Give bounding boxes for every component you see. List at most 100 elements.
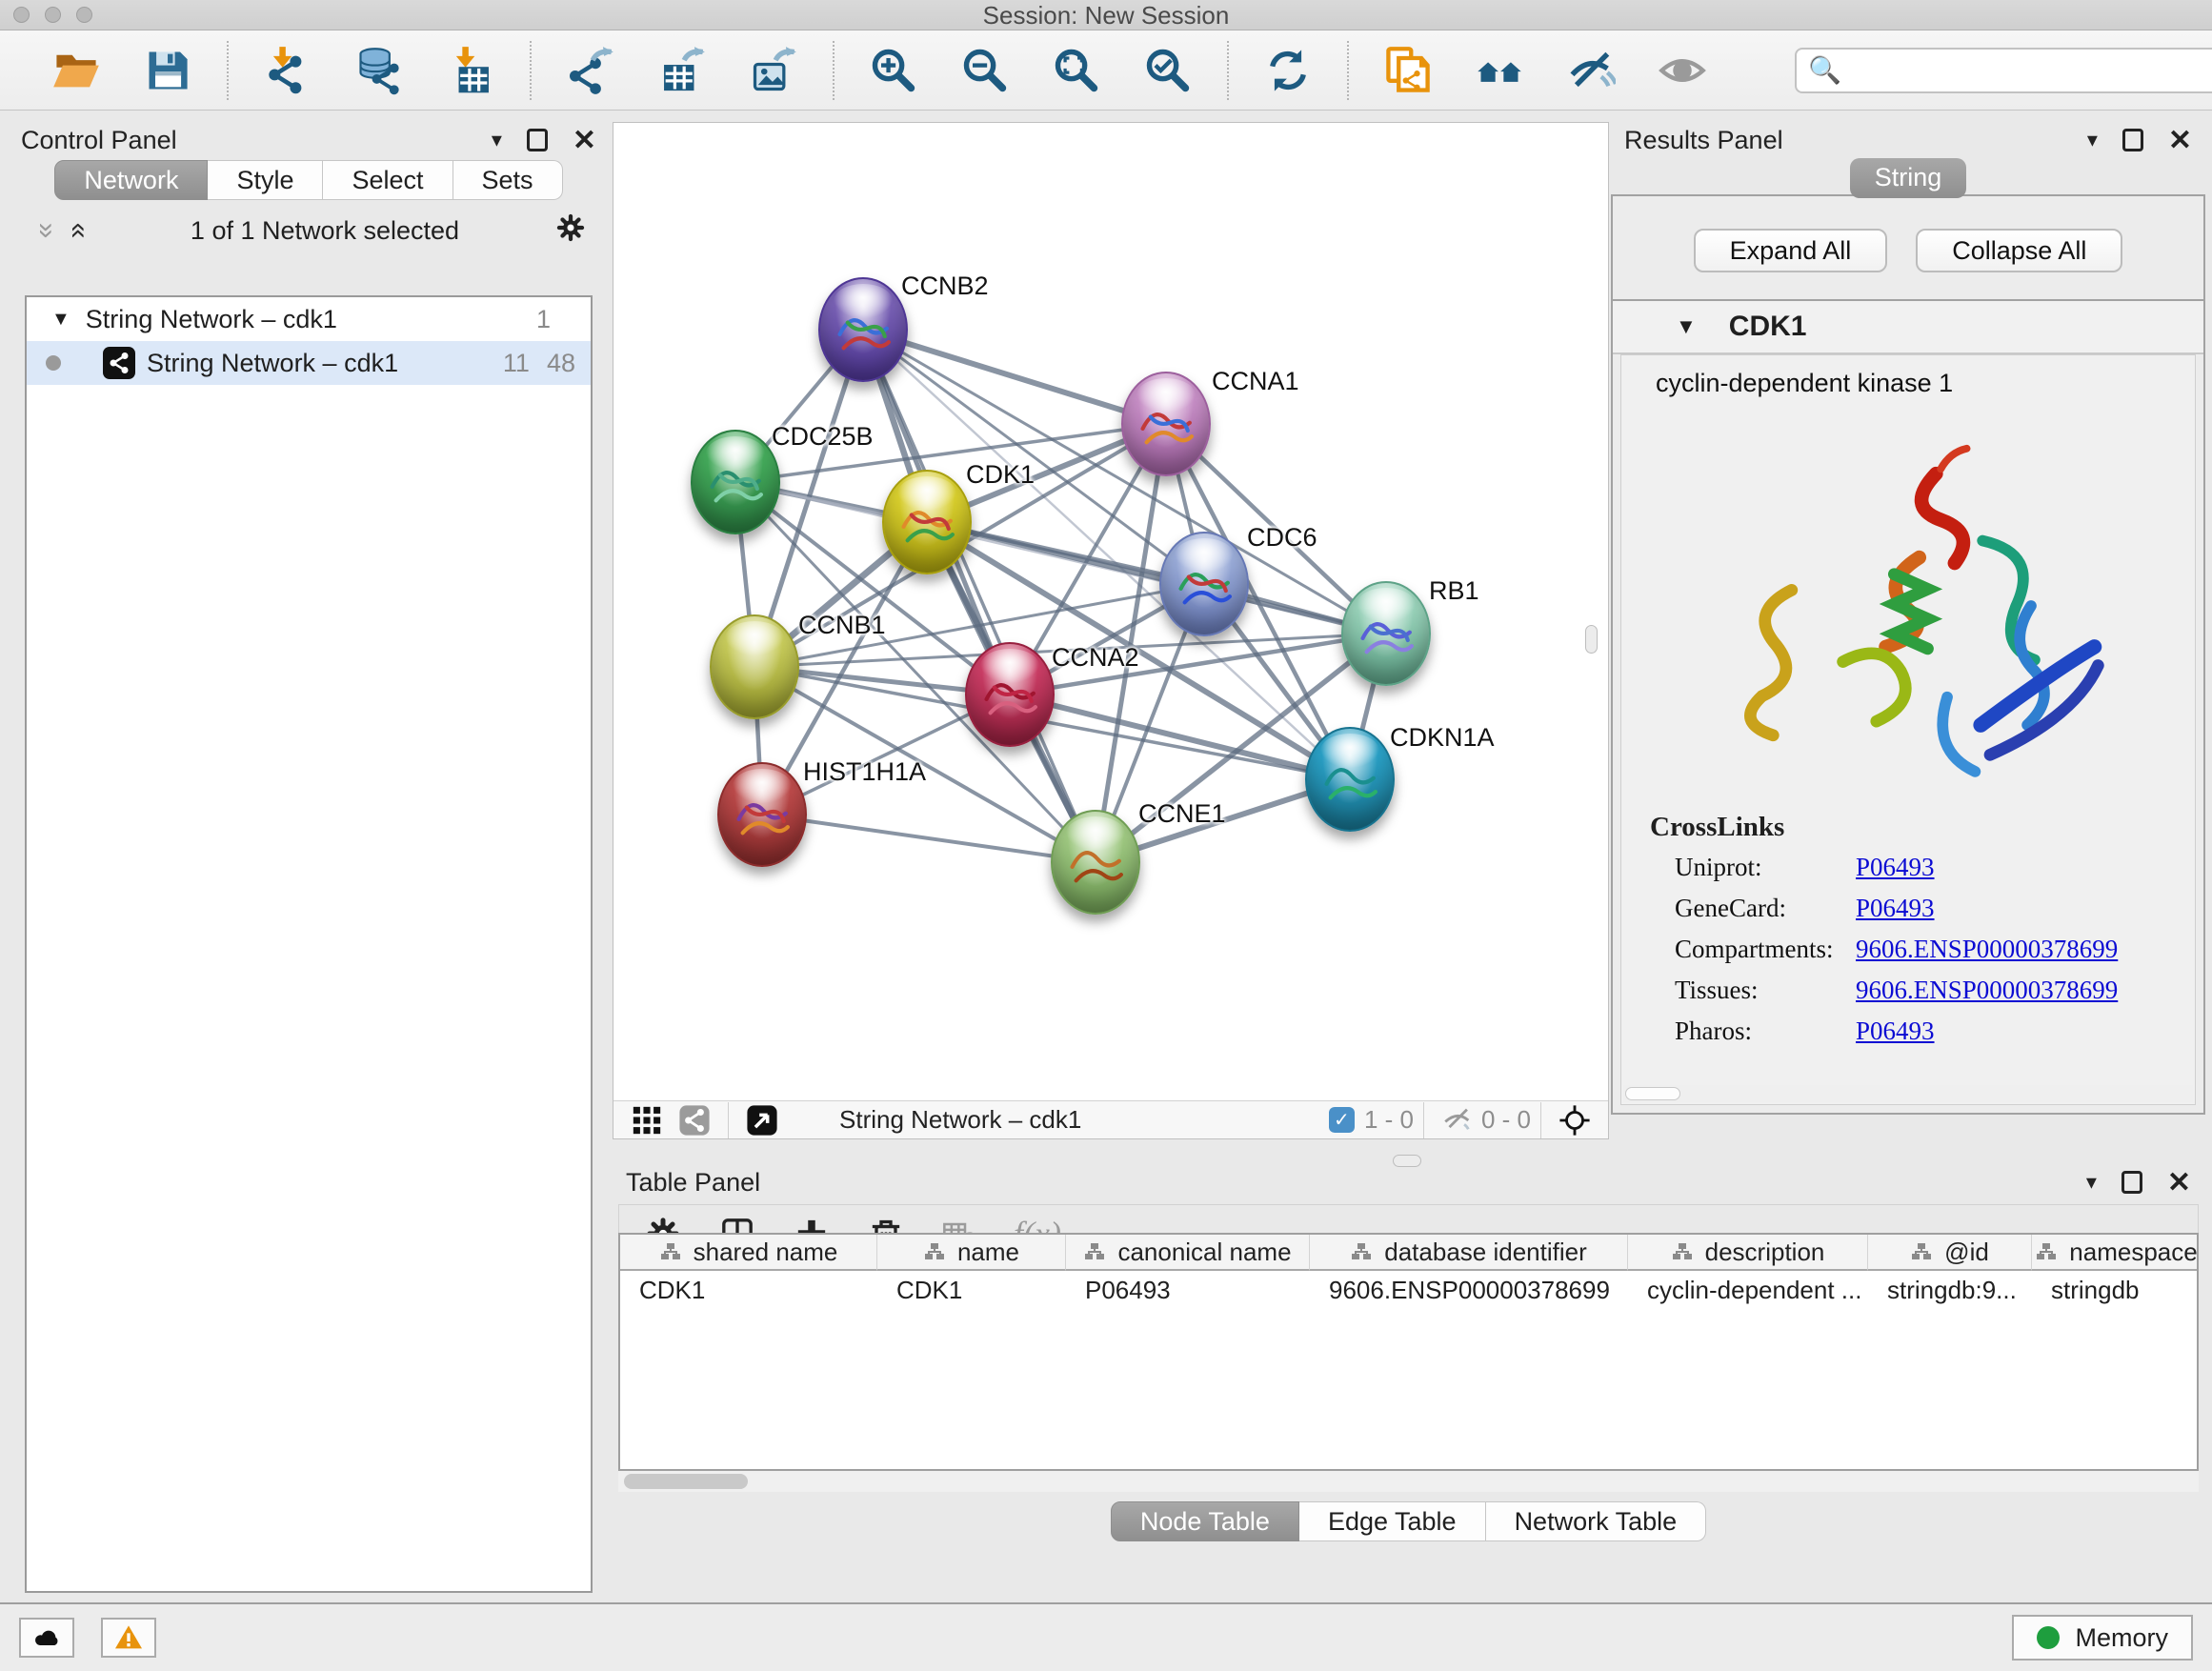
first-neighbors-icon[interactable] — [1473, 44, 1526, 97]
import-table-file-icon[interactable] — [444, 44, 497, 97]
export-network-icon[interactable] — [564, 44, 617, 97]
crosslink-value-link[interactable]: P06493 — [1856, 894, 1935, 923]
cloud-status-button[interactable] — [19, 1618, 74, 1658]
protein-thumbnail — [1172, 555, 1237, 618]
table-panel-close-icon[interactable]: ✕ — [2167, 1166, 2191, 1199]
column-header--id[interactable]: @id — [1868, 1235, 2032, 1271]
node-label-cdkn1a: CDKN1A — [1390, 723, 1495, 753]
network-node-ccnb2[interactable] — [818, 277, 908, 382]
tab-network-table[interactable]: Network Table — [1486, 1501, 1707, 1541]
tab-string[interactable]: String — [1850, 158, 1967, 198]
column-header-name[interactable]: name — [877, 1235, 1066, 1271]
warnings-button[interactable] — [101, 1618, 156, 1658]
vertical-splitter-handle[interactable] — [1585, 625, 1598, 654]
column-header-database-identifier[interactable]: database identifier — [1310, 1235, 1628, 1271]
table-panel: Table Panel ▾ ✕ — [613, 1164, 2204, 1602]
search-input[interactable] — [1795, 48, 2212, 93]
network-canvas[interactable]: CCNB2CCNA1CDC25BCDK1CDC6RB1CCNB1CCNA2CDK… — [613, 122, 1609, 1139]
network-node-cdc6[interactable] — [1159, 532, 1249, 636]
network-node-ccna1[interactable] — [1121, 372, 1211, 476]
network-node-ccne1[interactable] — [1051, 810, 1140, 915]
zoom-in-icon[interactable] — [867, 44, 920, 97]
memory-button[interactable]: Memory — [2012, 1615, 2193, 1661]
main-toolbar: 🔍 ? — [0, 30, 2212, 111]
node-label-ccna2: CCNA2 — [1052, 643, 1139, 673]
zoom-out-icon[interactable] — [958, 44, 1012, 97]
network-node-cdk1[interactable] — [882, 470, 972, 574]
network-edge[interactable] — [762, 815, 1096, 862]
results-panel-close-icon[interactable]: ✕ — [2168, 124, 2192, 157]
tab-node-table[interactable]: Node Table — [1111, 1501, 1299, 1541]
protein-collapse-icon[interactable]: ▼ — [1676, 314, 1697, 339]
horizontal-splitter-handle[interactable] — [1393, 1155, 1421, 1167]
collection-expand-icon[interactable]: ▼ — [51, 309, 70, 331]
network-node-rb1[interactable] — [1341, 581, 1431, 686]
save-session-icon[interactable] — [141, 44, 194, 97]
table-cell: 9606.ENSP00000378699 — [1310, 1271, 1628, 1309]
crosslink-value-link[interactable]: P06493 — [1856, 853, 1935, 882]
collection-name: String Network – cdk1 — [86, 305, 337, 334]
network-node-cdkn1a[interactable] — [1305, 727, 1395, 832]
results-panel-float-icon[interactable] — [2122, 129, 2143, 151]
tab-select[interactable]: Select — [323, 160, 452, 200]
control-panel-collapse-icon[interactable]: ▾ — [492, 128, 502, 152]
network-options-gear-icon[interactable] — [554, 211, 587, 251]
protein-section-header[interactable]: ▼ CDK1 — [1613, 301, 2203, 354]
crosslink-label: Uniprot: — [1675, 853, 1856, 882]
collapse-all-button[interactable]: Collapse All — [1916, 229, 2122, 272]
column-header-shared-name[interactable]: shared name — [620, 1235, 877, 1271]
column-header-namespace[interactable]: namespace — [2032, 1235, 2199, 1271]
center-view-crosshair-icon[interactable] — [1558, 1104, 1591, 1137]
collection-count: 1 — [536, 305, 551, 334]
network-edge[interactable] — [863, 330, 1166, 424]
export-table-icon[interactable] — [655, 44, 709, 97]
table-panel-collapse-icon[interactable]: ▾ — [2086, 1170, 2097, 1195]
crosslink-value-link[interactable]: 9606.ENSP00000378699 — [1856, 935, 2118, 964]
results-panel-collapse-icon[interactable]: ▾ — [2087, 128, 2098, 152]
table-panel-float-icon[interactable] — [2122, 1171, 2142, 1194]
network-node-count: 11 — [503, 349, 530, 378]
export-image-icon[interactable] — [747, 44, 800, 97]
table-cell: stringdb:9... — [1868, 1271, 2032, 1309]
zoom-fit-icon[interactable] — [1050, 44, 1103, 97]
crosslink-row: GeneCard:P06493 — [1621, 888, 2195, 929]
network-row-selected[interactable]: String Network – cdk1 11 48 — [27, 341, 591, 385]
show-all-icon[interactable] — [1656, 44, 1709, 97]
control-panel-title: Control Panel — [21, 126, 177, 155]
refresh-icon[interactable] — [1261, 44, 1315, 97]
network-collection-row[interactable]: ▼ String Network – cdk1 1 — [27, 297, 591, 341]
crosslink-value-link[interactable]: P06493 — [1856, 1017, 1935, 1046]
control-panel-close-icon[interactable]: ✕ — [573, 124, 596, 157]
import-network-database-icon[interactable] — [352, 44, 406, 97]
view-network-icon[interactable] — [678, 1104, 711, 1137]
column-header-description[interactable]: description — [1628, 1235, 1868, 1271]
table-scrollbar[interactable] — [618, 1471, 2199, 1492]
hide-selected-icon[interactable] — [1564, 44, 1618, 97]
open-session-icon[interactable] — [50, 44, 103, 97]
network-node-cdc25b[interactable] — [691, 430, 780, 534]
network-node-ccnb1[interactable] — [710, 614, 799, 719]
tab-edge-table[interactable]: Edge Table — [1299, 1501, 1486, 1541]
network-node-ccna2[interactable] — [965, 642, 1055, 747]
control-panel-float-icon[interactable] — [527, 129, 548, 151]
view-grid-icon[interactable] — [631, 1104, 663, 1137]
tab-sets[interactable]: Sets — [453, 160, 563, 200]
expand-all-networks-icon[interactable]: » — [30, 214, 63, 247]
zoom-selected-icon[interactable] — [1141, 44, 1195, 97]
column-header-canonical-name[interactable]: canonical name — [1066, 1235, 1310, 1271]
expand-all-button[interactable]: Expand All — [1694, 229, 1888, 272]
selected-checkbox-icon[interactable]: ✓ — [1329, 1107, 1355, 1133]
crosslink-label: Pharos: — [1675, 1017, 1856, 1046]
import-network-file-icon[interactable] — [261, 44, 314, 97]
birds-eye-view-icon[interactable] — [746, 1104, 778, 1137]
network-node-hist1h1a[interactable] — [717, 762, 807, 867]
crosslink-value-link[interactable]: 9606.ENSP00000378699 — [1856, 976, 2118, 1005]
toolbar-separator — [1347, 41, 1349, 100]
collapse-all-networks-icon[interactable]: « — [63, 214, 95, 247]
results-scrollbar[interactable] — [1623, 1085, 2193, 1102]
tab-style[interactable]: Style — [208, 160, 323, 200]
duplicate-network-icon[interactable] — [1381, 44, 1435, 97]
table-row[interactable]: CDK1CDK1P064939606.ENSP00000378699cyclin… — [620, 1271, 2197, 1309]
control-panel: Control Panel ▾ ✕ NetworkStyleSelectSets… — [8, 122, 610, 1597]
tab-network[interactable]: Network — [54, 160, 208, 200]
